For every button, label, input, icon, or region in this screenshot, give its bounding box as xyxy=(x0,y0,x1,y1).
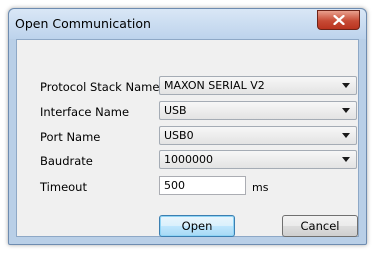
chevron-down-icon xyxy=(342,83,350,88)
protocol-stack-name-value: MAXON SERIAL V2 xyxy=(164,79,265,92)
baudrate-label: Baudrate xyxy=(40,154,93,168)
interface-name-dropdown[interactable]: USB xyxy=(159,101,357,120)
chevron-down-icon xyxy=(342,157,350,162)
timeout-input[interactable]: 500 xyxy=(159,176,246,195)
title-bar[interactable]: Open Communication xyxy=(9,9,366,39)
interface-name-value: USB xyxy=(164,104,187,117)
baudrate-dropdown[interactable]: 1000000 xyxy=(159,150,357,169)
protocol-stack-name-label: Protocol Stack Name xyxy=(40,80,160,94)
dialog-content: Protocol Stack Name MAXON SERIAL V2 Inte… xyxy=(16,39,359,237)
port-name-dropdown[interactable]: USB0 xyxy=(159,126,357,145)
dialog-window: Open Communication Protocol Stack Name M… xyxy=(8,8,367,245)
close-button[interactable] xyxy=(317,10,360,30)
window-title: Open Communication xyxy=(15,16,151,31)
port-name-value: USB0 xyxy=(164,129,194,142)
timeout-label: Timeout xyxy=(40,180,87,194)
close-icon xyxy=(332,15,345,25)
timeout-unit: ms xyxy=(252,181,269,194)
protocol-stack-name-dropdown[interactable]: MAXON SERIAL V2 xyxy=(159,76,357,95)
chevron-down-icon xyxy=(342,133,350,138)
open-button[interactable]: Open xyxy=(159,215,235,237)
interface-name-label: Interface Name xyxy=(40,105,130,119)
port-name-label: Port Name xyxy=(40,130,101,144)
chevron-down-icon xyxy=(342,108,350,113)
baudrate-value: 1000000 xyxy=(164,153,213,166)
cancel-button[interactable]: Cancel xyxy=(282,215,358,237)
